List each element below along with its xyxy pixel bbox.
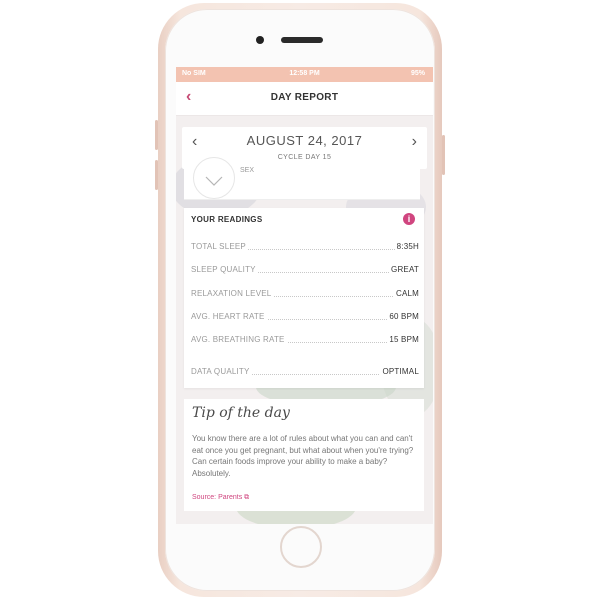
reading-label: RELAXATION LEVEL [191, 289, 274, 298]
reading-value: 15 BPM [387, 335, 419, 344]
readings-title: YOUR READINGS [191, 215, 263, 224]
reading-value: 8:35H [394, 242, 419, 251]
reading-label: AVG. HEART RATE [191, 312, 267, 321]
tip-card: Tip of the day You know there are a lot … [184, 399, 424, 511]
report-date: AUGUST 24, 2017 [246, 133, 363, 148]
front-camera [256, 36, 264, 44]
reading-label: TOTAL SLEEP [191, 242, 248, 251]
clock-label: 12:58 PM [289, 70, 320, 77]
page-title: DAY REPORT [270, 92, 339, 103]
tip-body: You know there are a lot of rules about … [192, 434, 414, 478]
reading-label: SLEEP QUALITY [191, 265, 258, 274]
home-button[interactable] [280, 526, 322, 568]
partial-card: SEX [184, 157, 420, 200]
reading-value: CALM [393, 289, 419, 298]
reading-row: AVG. BREATHING RATE 15 BPM [191, 335, 419, 347]
battery-label: 95% [410, 70, 425, 77]
nav-bar: ‹ DAY REPORT [176, 82, 433, 116]
reading-value: 60 BPM [387, 312, 419, 321]
power-button [442, 135, 445, 175]
earpiece-speaker [281, 37, 323, 43]
reading-row: RELAXATION LEVEL CALM [191, 289, 419, 301]
reading-label: DATA QUALITY [191, 367, 252, 376]
reading-label: AVG. BREATHING RATE [191, 335, 287, 344]
partial-card-label: SEX [240, 167, 255, 174]
chevron-right-icon[interactable]: › [412, 133, 417, 151]
reading-row: TOTAL SLEEP 8:35H [191, 242, 419, 254]
status-bar: No SIM 12:58 PM 95% [176, 67, 433, 82]
reading-value: GREAT [389, 265, 419, 274]
app-screen: No SIM 12:58 PM 95% ‹ DAY REPORT ‹ AUGUS… [176, 67, 433, 524]
reading-value: OPTIMAL [380, 367, 419, 376]
tip-title: Tip of the day [192, 405, 290, 421]
reading-row: SLEEP QUALITY GREAT [191, 265, 419, 277]
tip-source-link[interactable]: Source: Parents ⧉ [192, 494, 249, 502]
heart-icon[interactable] [193, 157, 235, 199]
volume-down-button [155, 160, 158, 190]
volume-up-button [155, 120, 158, 150]
reading-row: DATA QUALITY OPTIMAL [191, 367, 419, 379]
readings-card: YOUR READINGS i TOTAL SLEEP 8:35H SLEEP … [184, 208, 424, 388]
reading-row: AVG. HEART RATE 60 BPM [191, 312, 419, 324]
info-icon[interactable]: i [403, 213, 415, 225]
